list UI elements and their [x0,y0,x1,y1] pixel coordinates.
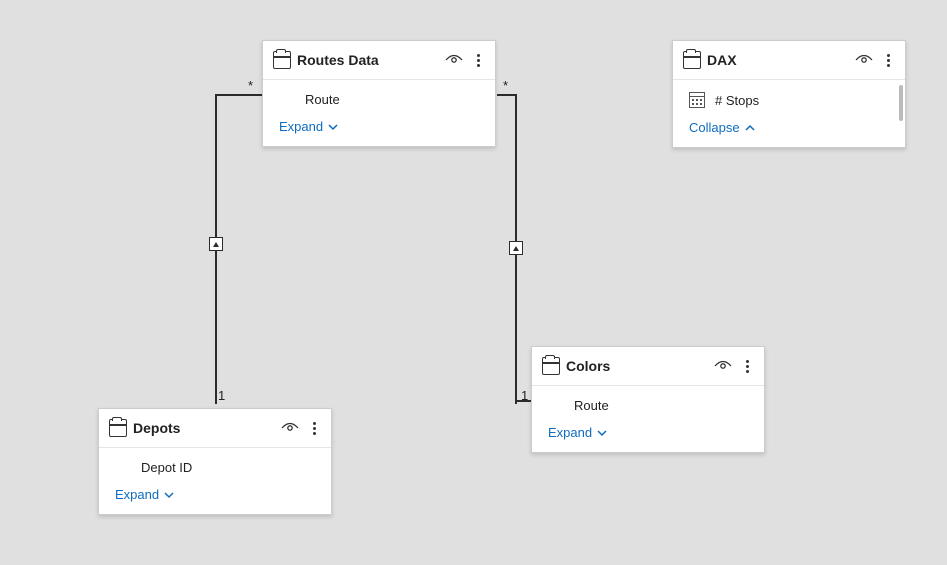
table-field[interactable]: Route [263,80,495,111]
table-card-depots[interactable]: Depots Depot ID Expand [98,408,332,515]
table-icon [683,51,701,69]
table-title: DAX [701,52,855,68]
visibility-icon[interactable] [445,51,463,69]
visibility-icon[interactable] [281,419,299,437]
chevron-down-icon [327,121,339,133]
cardinality-many-label: * [248,78,253,93]
chevron-down-icon [163,489,175,501]
cardinality-one-label-2: 1 [521,388,528,403]
table-card-colors[interactable]: Colors Route Expand [531,346,765,453]
more-options-icon[interactable] [307,419,321,437]
expand-label: Expand [548,425,592,440]
table-title: Colors [560,358,714,374]
measure-icon [689,92,705,108]
table-title: Depots [127,420,281,436]
cardinality-one-label: 1 [218,388,225,403]
collapse-button[interactable]: Collapse [673,112,905,147]
cardinality-many-label-2: * [503,78,508,93]
table-card-dax[interactable]: DAX # Stops Collapse [672,40,906,148]
table-card-header: Colors [532,347,764,386]
table-icon [273,51,291,69]
table-field[interactable]: # Stops [673,80,905,112]
relationship-depots-routes-hline-top [215,94,263,96]
visibility-icon[interactable] [714,357,732,375]
table-card-header: Depots [99,409,331,448]
table-field[interactable]: Depot ID [99,448,331,479]
table-card-header: Routes Data [263,41,495,80]
table-card-header: DAX [673,41,905,80]
table-icon [542,357,560,375]
relationship-colors-routes-hline-top [497,94,515,96]
chevron-up-icon [744,122,756,134]
table-card-routes-data[interactable]: Routes Data Route Expand [262,40,496,147]
table-field[interactable]: Route [532,386,764,417]
more-options-icon[interactable] [740,357,754,375]
relationship-depots-routes-direction-icon [209,237,223,251]
more-options-icon[interactable] [881,51,895,69]
model-view-canvas[interactable]: { "tables": { "routes": { "title": "Rout… [0,0,947,565]
expand-button[interactable]: Expand [99,479,331,514]
table-field-label: # Stops [715,93,759,108]
expand-button[interactable]: Expand [263,111,495,146]
expand-button[interactable]: Expand [532,417,764,452]
relationship-colors-routes-direction-icon [509,241,523,255]
table-icon [109,419,127,437]
chevron-down-icon [596,427,608,439]
collapse-label: Collapse [689,120,740,135]
expand-label: Expand [279,119,323,134]
more-options-icon[interactable] [471,51,485,69]
table-title: Routes Data [291,52,445,68]
expand-label: Expand [115,487,159,502]
visibility-icon[interactable] [855,51,873,69]
scrollbar-thumb[interactable] [899,85,903,121]
